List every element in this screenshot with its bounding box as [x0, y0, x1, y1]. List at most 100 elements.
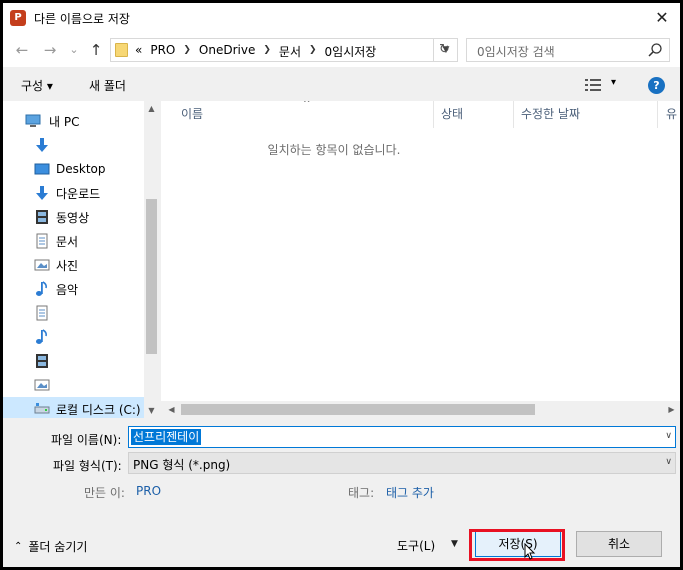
- breadcrumb-pro[interactable]: PRO: [150, 43, 175, 60]
- picture-icon: [34, 259, 50, 271]
- breadcrumb-overflow[interactable]: «: [135, 43, 142, 60]
- picture-icon: [34, 379, 50, 391]
- column-header-status[interactable]: 상태: [441, 101, 463, 128]
- view-dropdown-icon[interactable]: ▾: [611, 77, 616, 88]
- sidebar-item-documents[interactable]: 문서: [3, 229, 145, 253]
- filetype-label: 파일 형식(T):: [53, 459, 122, 473]
- tools-dropdown-icon[interactable]: ▼: [451, 539, 458, 549]
- mouse-cursor-icon: [524, 543, 536, 560]
- empty-folder-message: 일치하는 항목이 없습니다.: [267, 143, 401, 157]
- scroll-down-icon[interactable]: ▼: [144, 403, 159, 418]
- column-header-name[interactable]: 이름: [181, 101, 203, 128]
- file-list: ^ 이름 상태 수정한 날짜 유 일치하는 항목이 없습니다. ◀ ▶: [161, 101, 680, 418]
- save-button[interactable]: 저장(S): [475, 531, 561, 557]
- filename-selected-text[interactable]: 선프리젠테이: [131, 429, 202, 445]
- search-box[interactable]: 0임시저장 검색: [466, 38, 670, 62]
- scrollbar-thumb[interactable]: [181, 404, 535, 415]
- scroll-right-icon[interactable]: ▶: [663, 401, 680, 418]
- sidebar-item-label: 다운로드: [56, 186, 101, 201]
- title-bar: P 다른 이름으로 저장 ✕: [3, 3, 680, 33]
- desktop-icon: [34, 163, 50, 175]
- filename-input[interactable]: 선프리젠테이 ∨: [128, 426, 676, 448]
- forward-arrow-icon[interactable]: →: [41, 41, 59, 59]
- sidebar-item-label: 내 PC: [49, 114, 80, 129]
- navigation-pane: 내 PC Desktop 다운로드 동영상 문서 사진 음악 로컬 디스크 (C…: [3, 101, 159, 418]
- download-arrow-icon: [36, 138, 48, 152]
- chevron-up-icon: ⌃: [14, 541, 23, 552]
- back-arrow-icon[interactable]: ←: [13, 41, 31, 59]
- sidebar-item-music[interactable]: 음악: [3, 277, 145, 301]
- sidebar-item-music-shortcut[interactable]: [3, 325, 145, 349]
- sidebar-item-label: 음악: [56, 282, 79, 297]
- tags-add-link[interactable]: 태그 추가: [386, 484, 434, 501]
- search-placeholder: 0임시저장 검색: [477, 45, 555, 59]
- cancel-button[interactable]: 취소: [576, 531, 662, 557]
- sort-ascending-icon: ^: [303, 101, 311, 109]
- hide-folders-label: 폴더 숨기기: [28, 540, 88, 554]
- column-divider[interactable]: [657, 101, 658, 128]
- sidebar-item-downloads-shortcut[interactable]: [3, 133, 145, 157]
- tools-menu[interactable]: 도구(L): [397, 537, 435, 554]
- breadcrumb-temp-folder[interactable]: 0임시저장: [325, 43, 377, 60]
- sidebar-item-label: 로컬 디스크 (C:): [56, 402, 141, 417]
- refresh-icon[interactable]: ↻: [433, 38, 455, 62]
- chevron-right-icon: ❯: [183, 45, 191, 55]
- sidebar-item-this-pc[interactable]: 내 PC: [3, 109, 145, 133]
- chevron-right-icon: ❯: [263, 45, 271, 55]
- sidebar-item-label: Desktop: [56, 162, 106, 176]
- filetype-dropdown-icon[interactable]: ∨: [665, 457, 672, 467]
- scrollbar-thumb[interactable]: [146, 199, 157, 354]
- sidebar-item-video-shortcut[interactable]: [3, 349, 145, 373]
- sidebar-item-pictures[interactable]: 사진: [3, 253, 145, 277]
- navigation-bar: ← → ⌄ ↑ « PRO ❯ OneDrive ❯ 문서 ❯ 0임시저장 ▼ …: [3, 33, 680, 67]
- column-header-date-modified[interactable]: 수정한 날짜: [521, 101, 580, 128]
- save-as-dialog: P 다른 이름으로 저장 ✕ ← → ⌄ ↑ « PRO ❯ OneDrive …: [3, 3, 680, 567]
- chevron-right-icon: ❯: [309, 45, 317, 55]
- search-icon[interactable]: [647, 42, 663, 58]
- navigation-pane-scrollbar[interactable]: ▲ ▼: [144, 101, 159, 418]
- sidebar-item-local-disk[interactable]: 로컬 디스크 (C:): [3, 397, 145, 418]
- sidebar-item-label: 동영상: [56, 210, 90, 225]
- powerpoint-app-icon: P: [10, 10, 26, 26]
- recent-locations-chevron-icon[interactable]: ⌄: [65, 41, 83, 59]
- document-icon: [36, 233, 48, 249]
- breadcrumb-onedrive[interactable]: OneDrive: [199, 43, 255, 60]
- column-header-type[interactable]: 유: [666, 101, 677, 128]
- filename-dropdown-icon[interactable]: ∨: [665, 431, 672, 441]
- author-value[interactable]: PRO: [136, 484, 161, 498]
- sidebar-item-desktop[interactable]: Desktop: [3, 157, 145, 181]
- download-arrow-icon: [36, 186, 48, 200]
- help-icon[interactable]: ?: [648, 77, 665, 94]
- organize-menu[interactable]: 구성 ▾: [21, 77, 53, 94]
- sidebar-item-document-shortcut[interactable]: [3, 301, 145, 325]
- breadcrumb-documents[interactable]: 문서: [279, 43, 301, 60]
- address-bar[interactable]: « PRO ❯ OneDrive ❯ 문서 ❯ 0임시저장 ▼: [110, 38, 458, 62]
- filetype-select[interactable]: PNG 형식 (*.png) ∨: [128, 452, 676, 474]
- hide-folders-toggle[interactable]: ⌃ 폴더 숨기기: [14, 538, 87, 555]
- column-divider[interactable]: [513, 101, 514, 128]
- sidebar-item-downloads[interactable]: 다운로드: [3, 181, 145, 205]
- folder-icon: [115, 43, 128, 57]
- sidebar-item-picture-shortcut[interactable]: [3, 373, 145, 397]
- computer-icon: [25, 114, 41, 127]
- document-icon: [36, 305, 48, 321]
- sidebar-item-label: 사진: [56, 258, 79, 273]
- close-icon[interactable]: ✕: [650, 6, 674, 30]
- view-options-icon[interactable]: [585, 79, 601, 91]
- drive-icon: [34, 403, 50, 414]
- dialog-title: 다른 이름으로 저장: [34, 12, 130, 26]
- scroll-up-icon[interactable]: ▲: [144, 101, 159, 116]
- video-icon: [36, 354, 48, 368]
- video-icon: [36, 210, 48, 224]
- new-folder-button[interactable]: 새 폴더: [89, 77, 126, 94]
- file-list-horizontal-scrollbar[interactable]: ◀ ▶: [161, 401, 680, 418]
- music-icon: [36, 329, 47, 344]
- scroll-left-icon[interactable]: ◀: [163, 401, 180, 418]
- author-label: 만든 이:: [84, 486, 125, 500]
- up-arrow-icon[interactable]: ↑: [87, 41, 105, 59]
- sidebar-item-label: 문서: [56, 234, 79, 249]
- sidebar-item-videos[interactable]: 동영상: [3, 205, 145, 229]
- breadcrumb: « PRO ❯ OneDrive ❯ 문서 ❯ 0임시저장: [135, 43, 376, 60]
- column-divider[interactable]: [433, 101, 434, 128]
- command-bar: 구성 ▾ 새 폴더 ▾ ?: [3, 67, 680, 101]
